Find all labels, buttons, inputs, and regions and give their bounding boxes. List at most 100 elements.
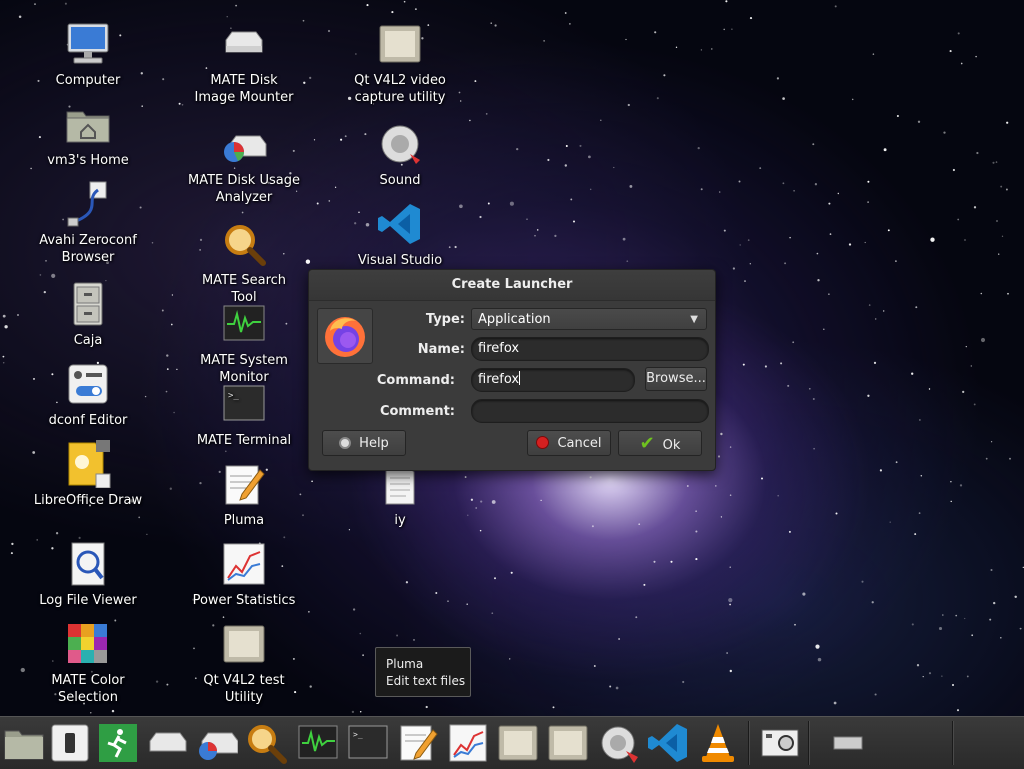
home-folder-icon xyxy=(4,730,44,760)
desktop-icon-label: vm3's Home xyxy=(47,153,129,168)
panel-separator xyxy=(808,721,810,765)
color-palette-icon xyxy=(64,620,112,668)
browse-button[interactable]: Browse... xyxy=(645,367,707,391)
panel-launcher-home-folder[interactable] xyxy=(2,721,46,765)
desktop-icon-log-viewer[interactable]: Log File Viewer xyxy=(32,540,144,609)
system-monitor-icon xyxy=(298,725,338,759)
desktop-icon-label: Pluma xyxy=(223,513,265,528)
disk-usage-icon xyxy=(199,732,238,760)
cancel-button[interactable]: Cancel xyxy=(527,430,611,456)
desktop-icon-terminal[interactable]: >_ MATE Terminal xyxy=(188,380,300,449)
panel-launcher-power-statistics[interactable] xyxy=(446,721,490,765)
panel-launcher-qt-v4l2-capture[interactable] xyxy=(546,721,590,765)
help-icon xyxy=(339,437,352,449)
video-device-icon xyxy=(376,20,424,68)
switch-icon xyxy=(51,724,89,762)
panel-launcher-search-tool[interactable] xyxy=(244,721,288,765)
log-viewer-icon xyxy=(64,540,112,588)
vscode-icon xyxy=(648,724,687,762)
dialog-title: Create Launcher xyxy=(309,270,715,301)
dropdown-arrow-icon: ▼ xyxy=(690,314,698,325)
panel-launcher-logout[interactable] xyxy=(96,721,140,765)
file-cabinet-icon xyxy=(64,280,112,328)
bottom-panel: >_ xyxy=(0,716,1024,769)
panel-launcher-sound[interactable] xyxy=(596,721,640,765)
desktop-icon-sound[interactable]: Sound xyxy=(344,120,456,189)
desktop-icon-power-statistics[interactable]: Power Statistics xyxy=(188,540,300,609)
desktop-icon-pluma[interactable]: Pluma xyxy=(188,460,300,529)
desktop-icon-label: Sound xyxy=(379,173,421,188)
command-label: Command: xyxy=(376,373,455,388)
command-field[interactable]: firefox xyxy=(471,368,635,392)
desktop-icon-label: LibreOffice Draw xyxy=(33,493,143,508)
desktop-icon-home[interactable]: vm3's Home xyxy=(32,100,144,169)
comment-field[interactable] xyxy=(471,399,709,423)
panel-launcher-system-monitor[interactable] xyxy=(296,721,340,765)
desktop-icon-label: MATE Disk Usage Analyzer xyxy=(188,173,300,205)
video-device-icon xyxy=(548,725,588,761)
panel-launcher-screenshot[interactable] xyxy=(758,721,802,765)
settings-toggle-icon xyxy=(64,360,112,408)
desktop-icon-caja[interactable]: Caja xyxy=(32,280,144,349)
text-editor-icon xyxy=(400,725,438,761)
desktop-icon-color-selection[interactable]: MATE Color Selection xyxy=(32,620,144,706)
panel-launcher-terminal[interactable]: >_ xyxy=(346,721,390,765)
desktop-icon-qt-v4l2-capture[interactable]: Qt V4L2 video capture utility xyxy=(344,20,456,106)
desktop-icon-label: Power Statistics xyxy=(192,593,296,608)
ok-label: Ok xyxy=(662,438,681,453)
computer-icon xyxy=(64,20,112,68)
system-monitor-icon xyxy=(220,300,268,348)
disk-usage-icon xyxy=(220,120,268,168)
desktop-icon-label: Qt V4L2 test Utility xyxy=(203,673,285,705)
desktop-icon-dconf[interactable]: dconf Editor xyxy=(32,360,144,429)
panel-launcher-show-desktop[interactable] xyxy=(48,721,92,765)
desktop-icon-disk-image-mounter[interactable]: MATE Disk Image Mounter xyxy=(188,20,300,106)
panel-separator xyxy=(748,721,750,765)
svg-text:>_: >_ xyxy=(228,391,239,401)
statistics-chart-icon xyxy=(449,724,487,762)
magnifier-icon xyxy=(220,220,268,268)
desktop-icon-label: Computer xyxy=(55,73,121,88)
desktop-icon-system-monitor[interactable]: MATE System Monitor xyxy=(188,300,300,386)
desktop-icon-label: dconf Editor xyxy=(48,413,128,428)
camera-icon xyxy=(761,729,799,757)
panel-launcher-qt-v4l2-test[interactable] xyxy=(496,721,540,765)
panel-launcher-disk-mounter[interactable] xyxy=(146,721,190,765)
workspace-switcher[interactable] xyxy=(826,721,870,765)
desktop-icon-qt-v4l2-test[interactable]: Qt V4L2 test Utility xyxy=(188,620,300,706)
video-device-icon xyxy=(220,620,268,668)
desktop-icon-label: Qt V4L2 video capture utility xyxy=(354,73,446,105)
vscode-icon xyxy=(376,200,424,248)
panel-launcher-vscode[interactable] xyxy=(646,721,690,765)
desktop-icon-search-tool[interactable]: MATE Search Tool xyxy=(188,220,300,306)
name-field[interactable]: firefox xyxy=(471,337,709,361)
desktop-icon-avahi[interactable]: Avahi Zeroconf Browser xyxy=(32,180,144,266)
panel-launcher-pluma[interactable] xyxy=(396,721,440,765)
desktop-icon-label: Log File Viewer xyxy=(39,593,137,608)
checkmark-icon: ✔ xyxy=(639,433,655,454)
desktop-icon-disk-usage[interactable]: MATE Disk Usage Analyzer xyxy=(188,120,300,206)
desktop-icon-computer[interactable]: Computer xyxy=(32,20,144,89)
vlc-cone-icon xyxy=(702,724,734,762)
panel-separator xyxy=(952,721,954,765)
desktop-icon-label: MATE Color Selection xyxy=(51,673,125,705)
statistics-chart-icon xyxy=(220,540,268,588)
terminal-icon: >_ xyxy=(348,725,388,759)
name-label: Name: xyxy=(417,342,465,357)
desktop-icon-label: Avahi Zeroconf Browser xyxy=(39,233,137,265)
magnifier-icon xyxy=(248,725,287,764)
tooltip-description: Edit text files xyxy=(386,674,466,688)
create-launcher-dialog: Create Launcher Type: Application ▼ Name… xyxy=(308,269,716,471)
desktop-icon-libreoffice-draw[interactable]: LibreOffice Draw xyxy=(32,440,144,509)
panel-launcher-vlc[interactable] xyxy=(696,721,740,765)
speaker-icon xyxy=(376,120,424,168)
tooltip: Pluma Edit text files xyxy=(375,647,471,697)
home-folder-icon xyxy=(64,100,112,148)
libreoffice-draw-icon xyxy=(64,440,112,488)
help-button[interactable]: Help xyxy=(322,430,406,456)
command-value: firefox xyxy=(478,372,520,387)
ok-button[interactable]: ✔ Ok xyxy=(618,430,702,456)
panel-launcher-disk-usage[interactable] xyxy=(194,721,238,765)
type-combobox[interactable]: Application ▼ xyxy=(471,308,707,330)
speaker-icon xyxy=(601,726,638,763)
